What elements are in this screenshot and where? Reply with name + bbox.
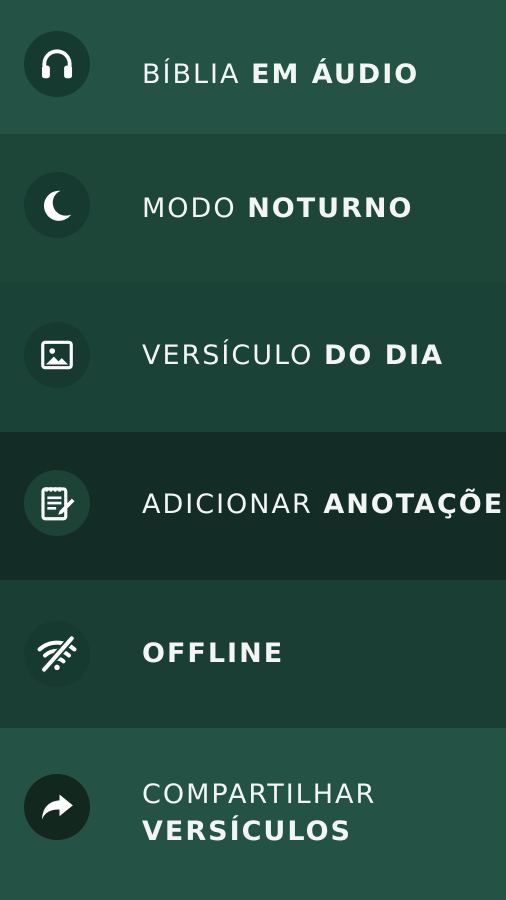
headphones-icon bbox=[24, 31, 90, 97]
menu-item-verse-of-day[interactable]: VERSÍCULO DO DIA bbox=[0, 282, 506, 432]
menu-item-label: OFFLINE bbox=[142, 638, 285, 669]
menu-item-label: COMPARTILHAR VERSÍCULOS bbox=[142, 779, 377, 847]
share-arrow-icon bbox=[24, 774, 90, 840]
moon-stars-icon bbox=[24, 172, 90, 238]
menu-item-label: BÍBLIA EM ÁUDIO bbox=[142, 59, 420, 90]
menu-item-label: VERSÍCULO DO DIA bbox=[142, 340, 445, 371]
menu-item-add-notes[interactable]: ADICIONAR ANOTAÇÕES bbox=[0, 432, 506, 580]
feature-menu: BÍBLIA EM ÁUDIO MODO NOTURNO VERSÍCULO D… bbox=[0, 0, 506, 900]
menu-item-label: MODO NOTURNO bbox=[142, 193, 414, 224]
menu-item-night-mode[interactable]: MODO NOTURNO bbox=[0, 134, 506, 282]
menu-item-offline[interactable]: OFFLINE bbox=[0, 580, 506, 728]
image-icon bbox=[24, 322, 90, 388]
menu-item-label: ADICIONAR ANOTAÇÕES bbox=[142, 489, 506, 520]
menu-item-share-verses[interactable]: COMPARTILHAR VERSÍCULOS bbox=[0, 728, 506, 900]
notepad-pencil-icon bbox=[24, 470, 90, 536]
wifi-off-icon bbox=[24, 621, 90, 687]
menu-item-audio-bible[interactable]: BÍBLIA EM ÁUDIO bbox=[0, 0, 506, 134]
